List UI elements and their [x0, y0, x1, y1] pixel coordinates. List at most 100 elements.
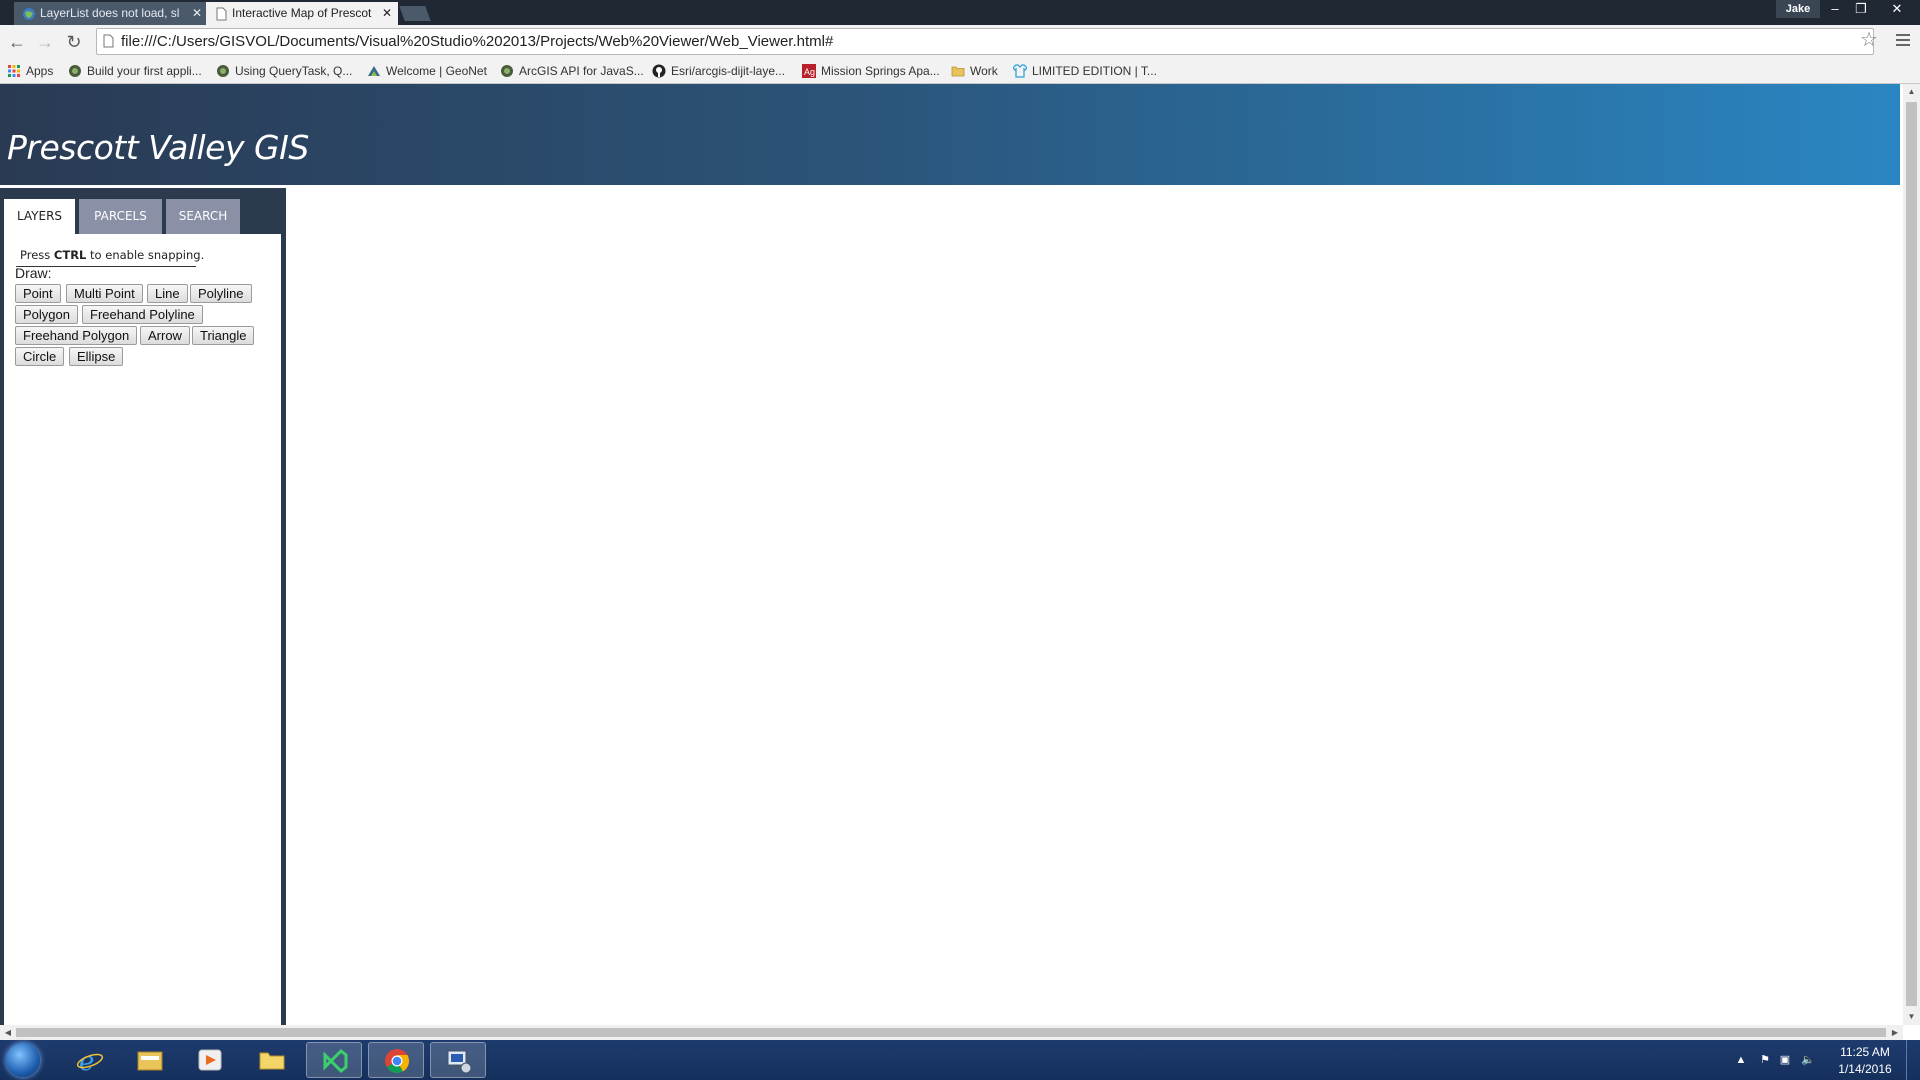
bookmark-querytask[interactable]: Using QueryTask, Q... [216, 59, 352, 83]
address-bar[interactable]: file:///C:/Users/GISVOL/Documents/Visual… [96, 28, 1874, 55]
minimize-icon[interactable]: – [1822, 0, 1848, 18]
tab-search[interactable]: SEARCH [162, 199, 240, 234]
geonet-icon [368, 66, 380, 76]
forward-arrow-icon[interactable]: → [33, 30, 57, 54]
bookmark-star-icon[interactable]: ☆ [1860, 28, 1878, 52]
file-explorer-icon [137, 1051, 163, 1071]
draw-point-button[interactable]: Point [15, 284, 61, 303]
bookmark-folder-work[interactable]: Work [951, 59, 998, 83]
bookmark-limited-edition[interactable]: LIMITED EDITION | T... [1013, 59, 1157, 83]
draw-freehand-polyline-button[interactable]: Freehand Polyline [82, 305, 203, 324]
shirt-icon [1013, 64, 1027, 78]
map-canvas[interactable] [286, 185, 1900, 1025]
restore-icon[interactable]: ❐ [1848, 0, 1874, 18]
show-hidden-icons-icon[interactable]: ▲ [1735, 1054, 1747, 1066]
app-header: Prescott Valley GIS [0, 84, 1900, 185]
profile-button[interactable]: Jake [1776, 0, 1820, 18]
chrome-icon [385, 1049, 410, 1074]
taskbar-file-explorer[interactable] [122, 1042, 178, 1078]
draw-ellipse-button[interactable]: Ellipse [69, 347, 124, 366]
folder-icon [951, 66, 965, 77]
close-icon[interactable]: ✕ [192, 2, 202, 25]
scrollbar-thumb[interactable] [1906, 102, 1917, 1006]
network-icon[interactable]: ▣ [1779, 1054, 1791, 1066]
taskbar-folder[interactable] [244, 1042, 300, 1078]
page-viewport: Prescott Valley GIS LAYERS PARCELS SEARC… [0, 84, 1903, 1025]
clock-date[interactable]: 1/14/2016 [1835, 1062, 1895, 1076]
start-button[interactable] [6, 1043, 40, 1077]
folder-icon [259, 1052, 285, 1070]
page-icon [103, 34, 114, 48]
back-arrow-icon[interactable]: ← [5, 30, 29, 54]
draw-circle-button[interactable]: Circle [15, 347, 65, 366]
snapping-key: CTRL [53, 248, 87, 262]
draw-freehand-polygon-button[interactable]: Freehand Polygon [15, 326, 138, 345]
page-icon [216, 7, 227, 21]
show-desktop-button[interactable] [1906, 1040, 1920, 1080]
taskbar-media-player[interactable] [182, 1042, 238, 1078]
apps-grid-icon [8, 65, 20, 77]
apartments-logo-icon: Ag [802, 64, 816, 78]
new-tab-button[interactable] [399, 6, 431, 21]
volume-icon[interactable]: 🔈 [1801, 1054, 1815, 1066]
bookmark-label: ArcGIS API for JavaS... [519, 64, 644, 78]
clock-time[interactable]: 11:25 AM [1835, 1045, 1895, 1059]
taskbar-internet-explorer[interactable]: e [62, 1042, 118, 1078]
taskbar-remote-desktop[interactable] [430, 1042, 486, 1078]
snapping-hint-text: to enable snapping. [86, 248, 205, 262]
url-text[interactable]: file:///C:/Users/GISVOL/Documents/Visual… [121, 29, 833, 54]
bookmark-label: Work [970, 64, 998, 78]
browser-tab-layerlist[interactable]: LayerList does not load, sl ✕ [14, 2, 208, 25]
hamburger-menu-icon[interactable] [1896, 31, 1910, 49]
bookmark-label: Welcome | GeoNet [386, 64, 487, 78]
visual-studio-icon [323, 1048, 348, 1074]
windows-taskbar: e ▲ ⚑ ▣ 🔈 11:25 AM 1/14/2016 [0, 1040, 1920, 1080]
globe-icon [217, 65, 229, 77]
scroll-right-icon[interactable]: ▶ [1887, 1025, 1903, 1040]
taskbar-chrome[interactable] [368, 1042, 424, 1078]
taskbar-visual-studio[interactable] [306, 1042, 362, 1078]
vertical-scrollbar[interactable]: ▲ ▼ [1903, 84, 1920, 1025]
close-icon[interactable]: ✕ [382, 2, 392, 25]
browser-tab-label: Interactive Map of Prescot [232, 6, 372, 20]
browser-tab-label: LayerList does not load, sl [40, 6, 180, 20]
scroll-up-icon[interactable]: ▲ [1903, 84, 1920, 100]
tab-parcels[interactable]: PARCELS [79, 199, 162, 234]
scrollbar-thumb[interactable] [16, 1028, 1886, 1037]
browser-tab-interactive-map[interactable]: Interactive Map of Prescot ✕ [206, 2, 398, 25]
draw-polyline-button[interactable]: Polyline [190, 284, 252, 303]
scroll-down-icon[interactable]: ▼ [1903, 1009, 1920, 1025]
bookmark-apps[interactable]: Apps [7, 59, 53, 83]
tab-layers[interactable]: LAYERS [4, 199, 75, 234]
draw-triangle-button[interactable]: Triangle [192, 326, 255, 345]
draw-arrow-button[interactable]: Arrow [140, 326, 190, 345]
draw-polygon-button[interactable]: Polygon [15, 305, 78, 324]
globe-icon [69, 65, 81, 77]
bookmark-label: Mission Springs Apa... [821, 64, 940, 78]
internet-explorer-icon: e [76, 1047, 104, 1074]
github-icon [652, 64, 666, 78]
media-player-icon [198, 1049, 222, 1071]
bookmark-label: Build your first appli... [87, 64, 202, 78]
snapping-hint-text: Press [20, 248, 54, 262]
bookmark-build-app[interactable]: Build your first appli... [68, 59, 202, 83]
draw-line-button[interactable]: Line [147, 284, 188, 303]
bookmark-mission-springs[interactable]: Ag Mission Springs Apa... [802, 59, 940, 83]
browser-toolbar: ← → ↻ file:///C:/Users/GISVOL/Documents/… [0, 25, 1920, 59]
page-title: Prescott Valley GIS [7, 128, 309, 167]
bookmark-arcgis-api[interactable]: ArcGIS API for JavaS... [500, 59, 644, 83]
globe-icon [501, 65, 513, 77]
bookmark-label: Esri/arcgis-dijit-laye... [671, 64, 786, 78]
action-center-flag-icon[interactable]: ⚑ [1759, 1054, 1771, 1066]
layers-panel: Press CTRL to enable snapping. Draw: Poi… [4, 234, 281, 1025]
draw-multipoint-button[interactable]: Multi Point [66, 284, 143, 303]
svg-text:Ag: Ag [804, 67, 815, 77]
horizontal-scrollbar[interactable]: ◀ ▶ [0, 1025, 1903, 1040]
bookmark-esri-github[interactable]: Esri/arcgis-dijit-laye... [652, 59, 785, 83]
scroll-left-icon[interactable]: ◀ [0, 1025, 16, 1040]
window-close-icon[interactable]: ✕ [1880, 0, 1914, 18]
snapping-hint: Press CTRL to enable snapping. [20, 248, 204, 262]
reload-icon[interactable]: ↻ [62, 30, 86, 54]
bookmark-geonet[interactable]: Welcome | GeoNet [367, 59, 487, 83]
globe-icon [23, 8, 35, 20]
